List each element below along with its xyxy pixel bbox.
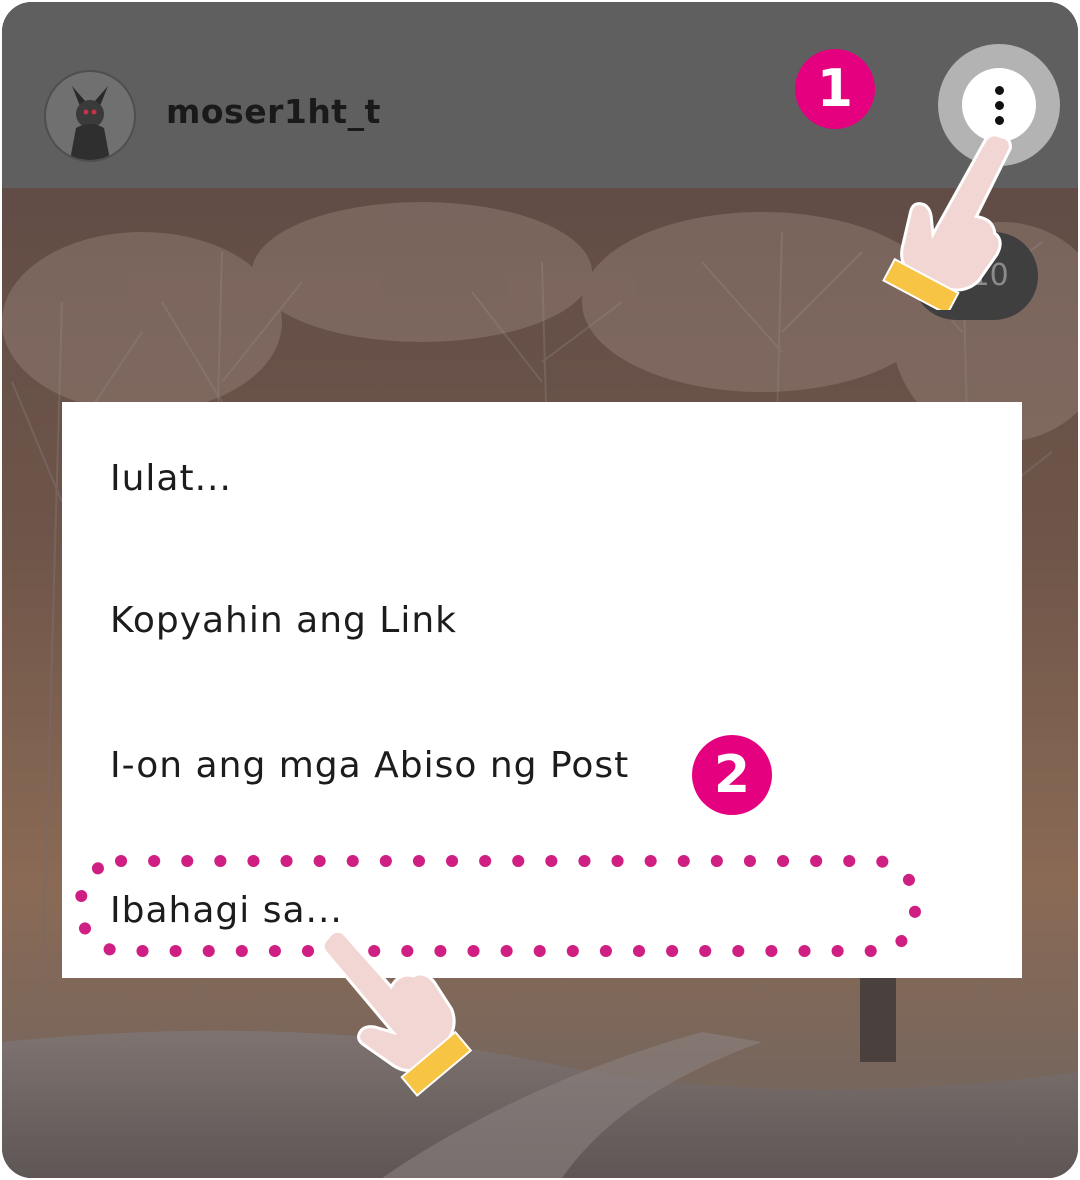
post-frame: moser1ht_t 1 1/10 Iulat... Kopyahin ang … [2, 2, 1078, 1178]
pointing-hand-icon [321, 929, 472, 1097]
menu-item-turn-on-notifications[interactable]: I-on ang mga Abiso ng Post [110, 745, 629, 786]
username[interactable]: moser1ht_t [166, 92, 381, 131]
share-highlight-outline [75, 855, 921, 957]
step-2-badge: 2 [692, 735, 772, 815]
step-1-badge: 1 [795, 49, 875, 129]
pointing-hand-icon [882, 133, 1012, 310]
avatar[interactable] [44, 70, 136, 162]
menu-item-report[interactable]: Iulat... [110, 458, 232, 499]
menu-item-copy-link[interactable]: Kopyahin ang Link [110, 600, 457, 641]
